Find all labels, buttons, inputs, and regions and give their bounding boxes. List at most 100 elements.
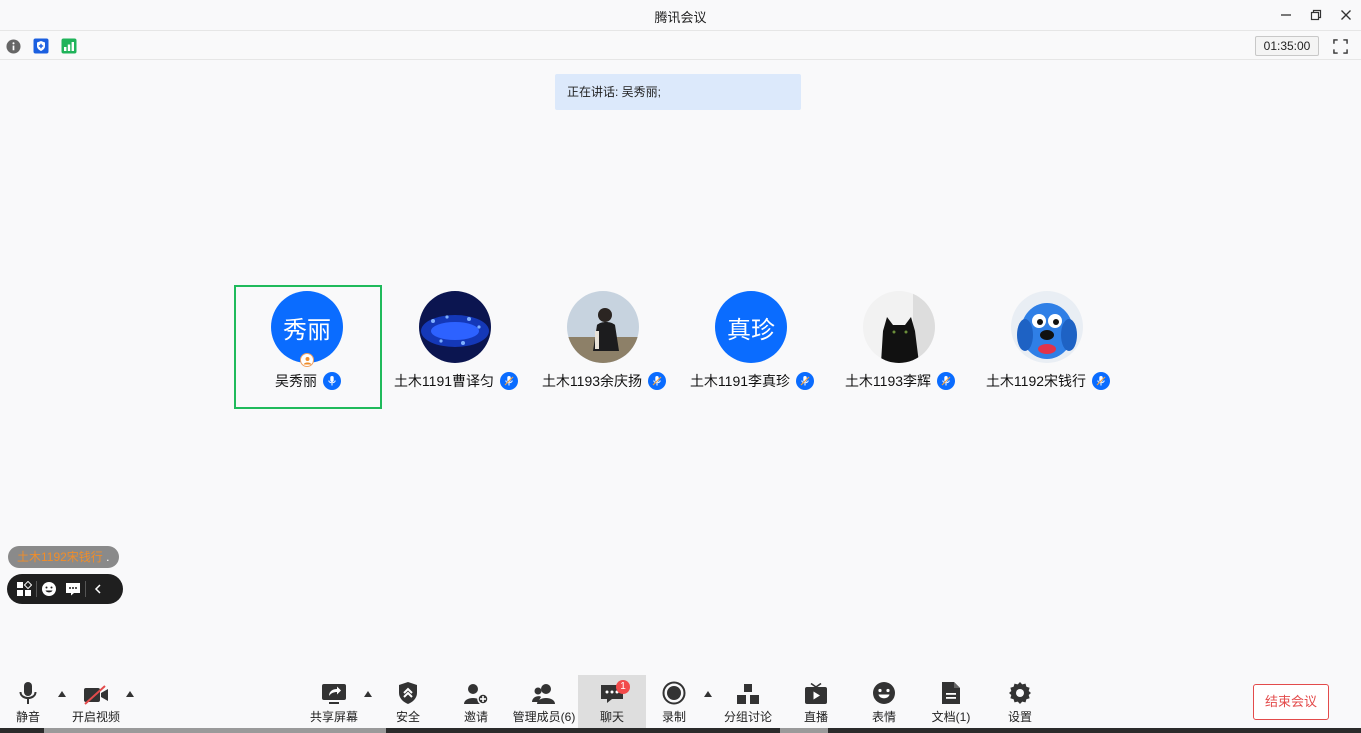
strip-segment (780, 728, 828, 733)
manage-members-button[interactable]: 管理成员(6) (512, 675, 576, 729)
security-label: 安全 (395, 710, 420, 724)
security-icon (399, 682, 417, 704)
documents-button[interactable]: 文档(1) (928, 675, 974, 729)
settings-button[interactable]: 设置 (1000, 675, 1040, 729)
gear-icon (1009, 682, 1031, 704)
mute-label: 静音 (15, 710, 40, 724)
microphone-icon (19, 682, 37, 704)
host-icon (300, 353, 314, 367)
participant-name-row: 土木1191曹译匀 (382, 371, 530, 391)
breakout-rooms-button[interactable]: 分组讨论 (722, 675, 774, 729)
minimize-button[interactable] (1275, 5, 1297, 25)
meeting-info-bar: 01:35:00 (0, 30, 1361, 60)
document-icon (942, 682, 960, 704)
person-photo-icon (567, 291, 639, 363)
microphone-icon[interactable] (323, 372, 341, 390)
participant-tile[interactable]: 真珍 土木1191李真珍 (678, 285, 826, 409)
share-options-caret[interactable] (364, 691, 372, 697)
add-user-icon (464, 684, 489, 705)
emoji-icon (873, 682, 895, 704)
window-title: 腾讯会议 (654, 10, 707, 25)
participant-name: 土木1191曹译匀 (393, 373, 495, 389)
participant-name-row: 吴秀丽 (236, 371, 380, 391)
record-button[interactable]: 录制 (654, 675, 694, 729)
avatar: 真珍 (715, 291, 787, 363)
participant-name: 吴秀丽 (275, 373, 317, 389)
network-status-button[interactable] (61, 38, 77, 54)
live-stream-label: 直播 (803, 710, 828, 724)
record-icon (662, 681, 686, 705)
meeting-info-button[interactable] (5, 38, 21, 54)
security-status-button[interactable] (33, 38, 49, 54)
video-options-caret[interactable] (126, 691, 134, 697)
video-off-icon (84, 685, 108, 705)
avatar (863, 291, 935, 363)
start-video-label: 开启视频 (71, 710, 120, 724)
strip-segment (44, 728, 386, 733)
audio-options-caret[interactable] (58, 691, 66, 697)
participant-tile[interactable]: 土木1193余庆扬 (530, 285, 678, 409)
avatar (1011, 291, 1083, 363)
participant-tile[interactable]: 土木1191曹译匀 (382, 285, 530, 409)
settings-label: 设置 (1007, 710, 1032, 724)
live-stream-button[interactable]: 直播 (796, 675, 836, 729)
danmaku-button[interactable] (61, 574, 85, 604)
participant-name-row: 土木1192宋钱行 (974, 371, 1122, 391)
microphone-icon[interactable] (500, 372, 519, 390)
fullscreen-button[interactable] (1332, 38, 1348, 54)
invite-label: 邀请 (463, 710, 488, 724)
speaking-indicator: 正在讲话: 吴秀丽; (555, 74, 801, 110)
share-screen-icon (322, 684, 346, 704)
mute-button[interactable]: 静音 (8, 675, 48, 729)
speaker-tag-name: 土木1192宋钱行 (17, 550, 103, 564)
participant-name-row: 土木1193李辉 (826, 371, 974, 391)
documents-label: 文档(1) (931, 710, 971, 724)
chat-button[interactable]: 聊天 1 (578, 675, 646, 729)
close-icon (1341, 10, 1351, 20)
microphone-icon[interactable] (937, 372, 956, 390)
invite-button[interactable]: 邀请 (456, 675, 496, 729)
restore-icon (1310, 9, 1322, 21)
record-label: 录制 (661, 710, 686, 724)
share-screen-label: 共享屏幕 (309, 710, 358, 724)
reactions-button[interactable]: 表情 (864, 675, 904, 729)
microphone-icon[interactable] (1092, 372, 1111, 390)
reaction-button[interactable] (37, 574, 61, 604)
shield-icon (33, 38, 49, 54)
microphone-icon[interactable] (648, 372, 667, 390)
participant-tile[interactable]: 土木1192宋钱行 (974, 285, 1122, 409)
meeting-toolbar: 静音 开启视频 共享屏幕 安全 邀请 管理成员(6) 聊天 1 录制 分组讨论 (0, 675, 1361, 733)
end-meeting-button[interactable]: 结束会议 (1253, 684, 1329, 720)
layout-grid-icon (17, 581, 32, 596)
meeting-timer: 01:35:00 (1255, 36, 1319, 56)
record-options-caret[interactable] (704, 691, 712, 697)
start-video-button[interactable]: 开启视频 (70, 675, 122, 729)
title-bar: 腾讯会议 (0, 0, 1361, 30)
participant-name: 土木1191李真珍 (689, 373, 791, 389)
participant-name: 土木1193李辉 (844, 373, 932, 389)
restore-button[interactable] (1305, 5, 1327, 25)
minimize-icon (1281, 14, 1291, 16)
layout-button[interactable] (12, 574, 36, 604)
participant-tile-active[interactable]: 秀丽 吴秀丽 (234, 285, 382, 409)
blue-dog-cartoon-icon (1011, 291, 1083, 363)
microphone-icon[interactable] (796, 372, 815, 390)
security-button[interactable]: 安全 (388, 675, 428, 729)
info-icon (5, 38, 21, 54)
live-icon (805, 683, 827, 704)
chat-bubble-icon (66, 583, 80, 596)
participant-name: 土木1192宋钱行 (985, 373, 1087, 389)
collapse-button[interactable] (86, 574, 110, 604)
black-cat-photo-icon (863, 291, 935, 363)
share-screen-button[interactable]: 共享屏幕 (308, 675, 360, 729)
bottom-strip (0, 728, 1361, 733)
participant-name: 土木1193余庆扬 (541, 373, 643, 389)
signal-icon (61, 38, 77, 54)
members-icon (532, 684, 555, 704)
chat-unread-badge: 1 (616, 680, 630, 694)
participant-tile[interactable]: 土木1193李辉 (826, 285, 974, 409)
participant-name-row: 土木1191李真珍 (678, 371, 826, 391)
participant-name-row: 土木1193余庆扬 (530, 371, 678, 391)
close-button[interactable] (1335, 5, 1357, 25)
speaker-tag-suffix: . (106, 550, 110, 564)
